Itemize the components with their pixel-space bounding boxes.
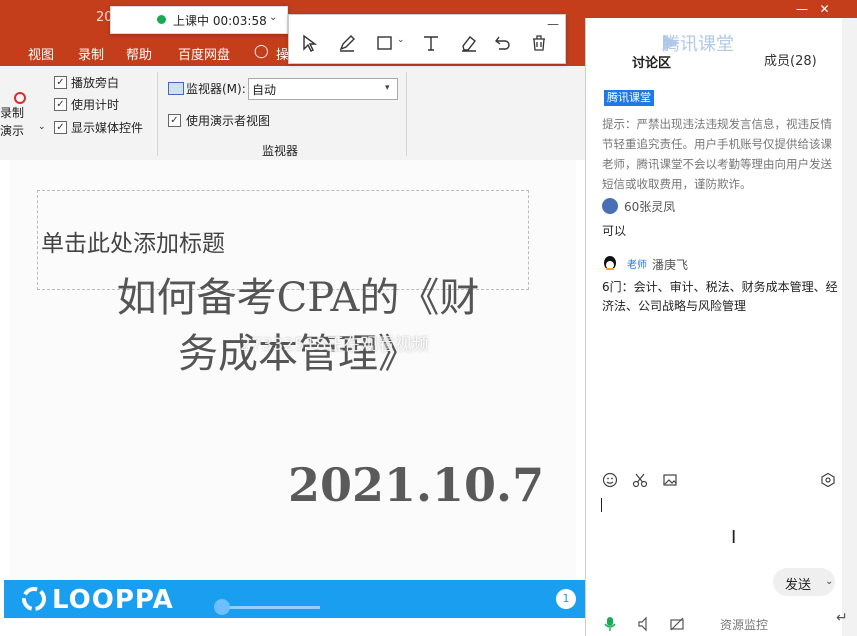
drawing-toolbar: ⌄ — bbox=[288, 14, 566, 64]
slide-title: 如何备考CPA的《财 务成本管理》 bbox=[40, 270, 556, 382]
slide-title-line1: 如何备考CPA的《财 bbox=[116, 275, 480, 321]
progress-track[interactable] bbox=[220, 606, 320, 609]
text-caret bbox=[601, 498, 602, 512]
message-username[interactable]: 潘庚飞 bbox=[652, 256, 688, 273]
ribbon-divider bbox=[157, 72, 158, 156]
microphone-icon[interactable] bbox=[603, 616, 617, 632]
message-text: 可以 bbox=[602, 224, 627, 238]
presenter-view-label: 使用演示者视图 bbox=[186, 114, 271, 128]
select-chevron-icon: ▾ bbox=[385, 83, 390, 93]
ibeam-cursor-icon: Ⅰ bbox=[731, 527, 737, 548]
ribbon: 录制 演示 ⌄ ✓ 播放旁白 ✓ 使用计时 ✓ 显示媒体控件 监视器(M): 自… bbox=[0, 66, 585, 161]
teacher-badge: 老师 bbox=[627, 260, 647, 271]
text-icon[interactable] bbox=[421, 33, 441, 53]
message-text: 6门：会计、审计、税法、财务成本管理、经济法、公司战略与风险管理 bbox=[602, 280, 838, 313]
looppa-logo-icon bbox=[22, 587, 46, 611]
emoji-icon[interactable] bbox=[602, 472, 618, 488]
tab-help[interactable]: 帮助 bbox=[126, 44, 152, 63]
minimize-icon[interactable]: — bbox=[547, 17, 559, 31]
title-placeholder-text: 单击此处添加标题 bbox=[41, 231, 225, 257]
pen-icon[interactable] bbox=[337, 33, 357, 53]
speaker-icon[interactable] bbox=[637, 616, 653, 632]
ribbon-divider bbox=[406, 72, 407, 156]
narration-checkbox[interactable]: ✓ bbox=[54, 76, 67, 89]
record-icon bbox=[14, 92, 26, 104]
live-indicator-icon bbox=[157, 15, 166, 24]
monitor-label: 监视器(M): bbox=[186, 82, 246, 96]
viewer-watermark: 27332518正在观看视频 bbox=[240, 335, 429, 355]
monitor-icon bbox=[168, 82, 184, 95]
media-controls-checkbox[interactable]: ✓ bbox=[54, 121, 67, 134]
tab-discussion[interactable]: 讨论区 bbox=[632, 52, 671, 71]
timing-label: 使用计时 bbox=[71, 98, 120, 112]
chat-panel bbox=[585, 18, 843, 636]
avatar[interactable] bbox=[602, 198, 618, 214]
window-controls[interactable]: — ✕ bbox=[796, 2, 830, 16]
message-username[interactable]: 60张灵凤 bbox=[624, 198, 675, 215]
bottom-strip bbox=[0, 618, 585, 636]
chevron-down-icon[interactable]: ⌄ bbox=[38, 122, 46, 132]
narration-label: 播放旁白 bbox=[71, 76, 120, 90]
scissors-icon[interactable] bbox=[632, 472, 648, 488]
chevron-down-icon[interactable]: ⌄ bbox=[825, 576, 833, 587]
send-button-label: 发送 bbox=[785, 578, 812, 593]
presenter-view-checkbox[interactable]: ✓ bbox=[168, 114, 181, 127]
progress-knob[interactable] bbox=[214, 599, 230, 615]
penguin-avatar-icon[interactable] bbox=[602, 254, 618, 270]
tab-members[interactable]: 成员(28) bbox=[764, 50, 817, 69]
trash-icon[interactable] bbox=[529, 33, 549, 53]
tencent-classroom-watermark: 腾讯课堂 bbox=[662, 34, 734, 55]
record-label[interactable]: 录制 bbox=[0, 104, 24, 121]
rectangle-icon[interactable] bbox=[375, 33, 395, 53]
settings-hex-icon[interactable] bbox=[820, 472, 836, 488]
right-edge bbox=[842, 18, 857, 636]
looppa-logo-text: LOOPPA bbox=[52, 585, 174, 615]
monitor-group-label: 监视器 bbox=[262, 144, 299, 158]
timing-checkbox[interactable]: ✓ bbox=[54, 98, 67, 111]
camera-off-icon[interactable] bbox=[669, 616, 685, 632]
resource-monitor-label[interactable]: 资源监控 bbox=[720, 616, 768, 633]
notice-text: 提示：严禁出现违法违规发言信息，视违反情节轻重追究责任。用户手机账号仅提供给该课… bbox=[602, 117, 832, 191]
return-arrow-icon[interactable]: ↵ bbox=[836, 610, 848, 626]
monitor-select[interactable]: 自动 ▾ bbox=[248, 78, 398, 100]
page-badge[interactable]: 1 bbox=[556, 589, 576, 609]
chat-toolbar bbox=[600, 470, 840, 490]
presentation-label[interactable]: 演示 bbox=[0, 122, 24, 139]
tab-record[interactable]: 录制 bbox=[78, 44, 104, 63]
undo-icon[interactable] bbox=[493, 33, 513, 53]
tab-baidu-netdisk[interactable]: 百度网盘 bbox=[178, 44, 230, 63]
media-controls-label: 显示媒体控件 bbox=[71, 121, 144, 135]
image-icon[interactable] bbox=[662, 472, 678, 488]
live-status-bar[interactable]: 上课中 00:03:58 ⌄ bbox=[110, 6, 288, 34]
slide-date: 2021.10.7 bbox=[288, 458, 545, 512]
monitor-select-value: 自动 bbox=[252, 83, 277, 97]
system-tag: 腾讯课堂 bbox=[604, 90, 654, 106]
lightbulb-icon[interactable]: ◯ bbox=[254, 44, 269, 59]
chevron-down-icon[interactable]: ⌄ bbox=[397, 35, 405, 45]
eraser-icon[interactable] bbox=[459, 33, 479, 53]
chevron-down-icon[interactable]: ⌄ bbox=[269, 12, 277, 23]
pointer-icon[interactable] bbox=[299, 33, 319, 53]
tab-view[interactable]: 视图 bbox=[28, 44, 54, 63]
live-status-text: 上课中 00:03:58 bbox=[173, 14, 267, 28]
